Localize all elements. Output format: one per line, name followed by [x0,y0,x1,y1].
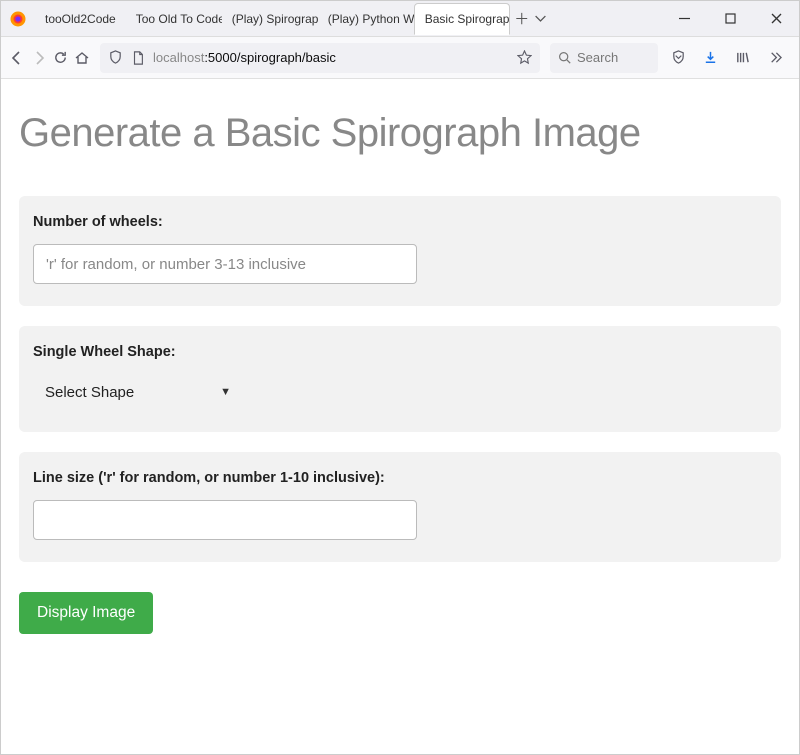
search-icon [558,51,571,64]
reload-button[interactable] [53,44,68,72]
menu-button[interactable] [792,44,800,72]
search-bar[interactable]: Search [550,43,658,73]
tab-0[interactable]: tooOld2Code [35,3,126,35]
tab-4-active[interactable]: Basic Spirograph ✕ [414,3,510,35]
browser-toolbar: localhost:5000/spirograph/basic Search [1,37,799,79]
tab-3[interactable]: (Play) Python Web [318,3,414,35]
page-title: Generate a Basic Spirograph Image [19,111,781,156]
back-button[interactable] [9,44,25,72]
minimize-button[interactable] [661,1,707,37]
page-content: Generate a Basic Spirograph Image Number… [1,79,799,654]
line-input[interactable] [33,500,417,540]
forward-button[interactable] [31,44,47,72]
chevron-down-icon: ▼ [220,386,231,398]
line-label: Line size ('r' for random, or number 1-1… [33,470,767,486]
form-group-wheels: Number of wheels: [19,196,781,306]
close-window-button[interactable] [753,1,799,37]
new-tab-button[interactable]: ＋ [510,8,534,29]
shield-icon [108,50,123,65]
library-button[interactable] [728,44,756,72]
shape-select[interactable]: Select Shape ▼ [33,374,243,410]
tab-2[interactable]: (Play) Spirograph [222,3,318,35]
shape-label: Single Wheel Shape: [33,344,767,360]
tab-label: (Play) Python Web [328,12,414,26]
wheels-input[interactable] [33,244,417,284]
home-button[interactable] [74,44,90,72]
pocket-button[interactable] [664,44,692,72]
firefox-icon [1,10,35,28]
downloads-button[interactable] [696,44,724,72]
browser-tabbar: tooOld2Code Too Old To Code (Play) Spiro… [1,1,799,37]
tab-1[interactable]: Too Old To Code [126,3,222,35]
form-group-line: Line size ('r' for random, or number 1-1… [19,452,781,562]
url-text: localhost:5000/spirograph/basic [153,50,509,65]
maximize-button[interactable] [707,1,753,37]
tab-label: Basic Spirograph [425,12,510,26]
form-group-shape: Single Wheel Shape: Select Shape ▼ [19,326,781,432]
url-bar[interactable]: localhost:5000/spirograph/basic [100,43,540,73]
overflow-button[interactable] [760,44,788,72]
tab-label: (Play) Spirograph [232,12,318,26]
display-image-button[interactable]: Display Image [19,592,153,634]
tab-label: Too Old To Code [136,12,222,26]
search-placeholder: Search [577,50,618,65]
shape-selected-value: Select Shape [45,384,134,401]
bookmark-star-icon[interactable] [517,50,532,65]
tab-label: tooOld2Code [45,12,116,26]
page-icon [131,51,145,65]
wheels-label: Number of wheels: [33,214,767,230]
tabs-overflow-button[interactable] [534,12,558,25]
